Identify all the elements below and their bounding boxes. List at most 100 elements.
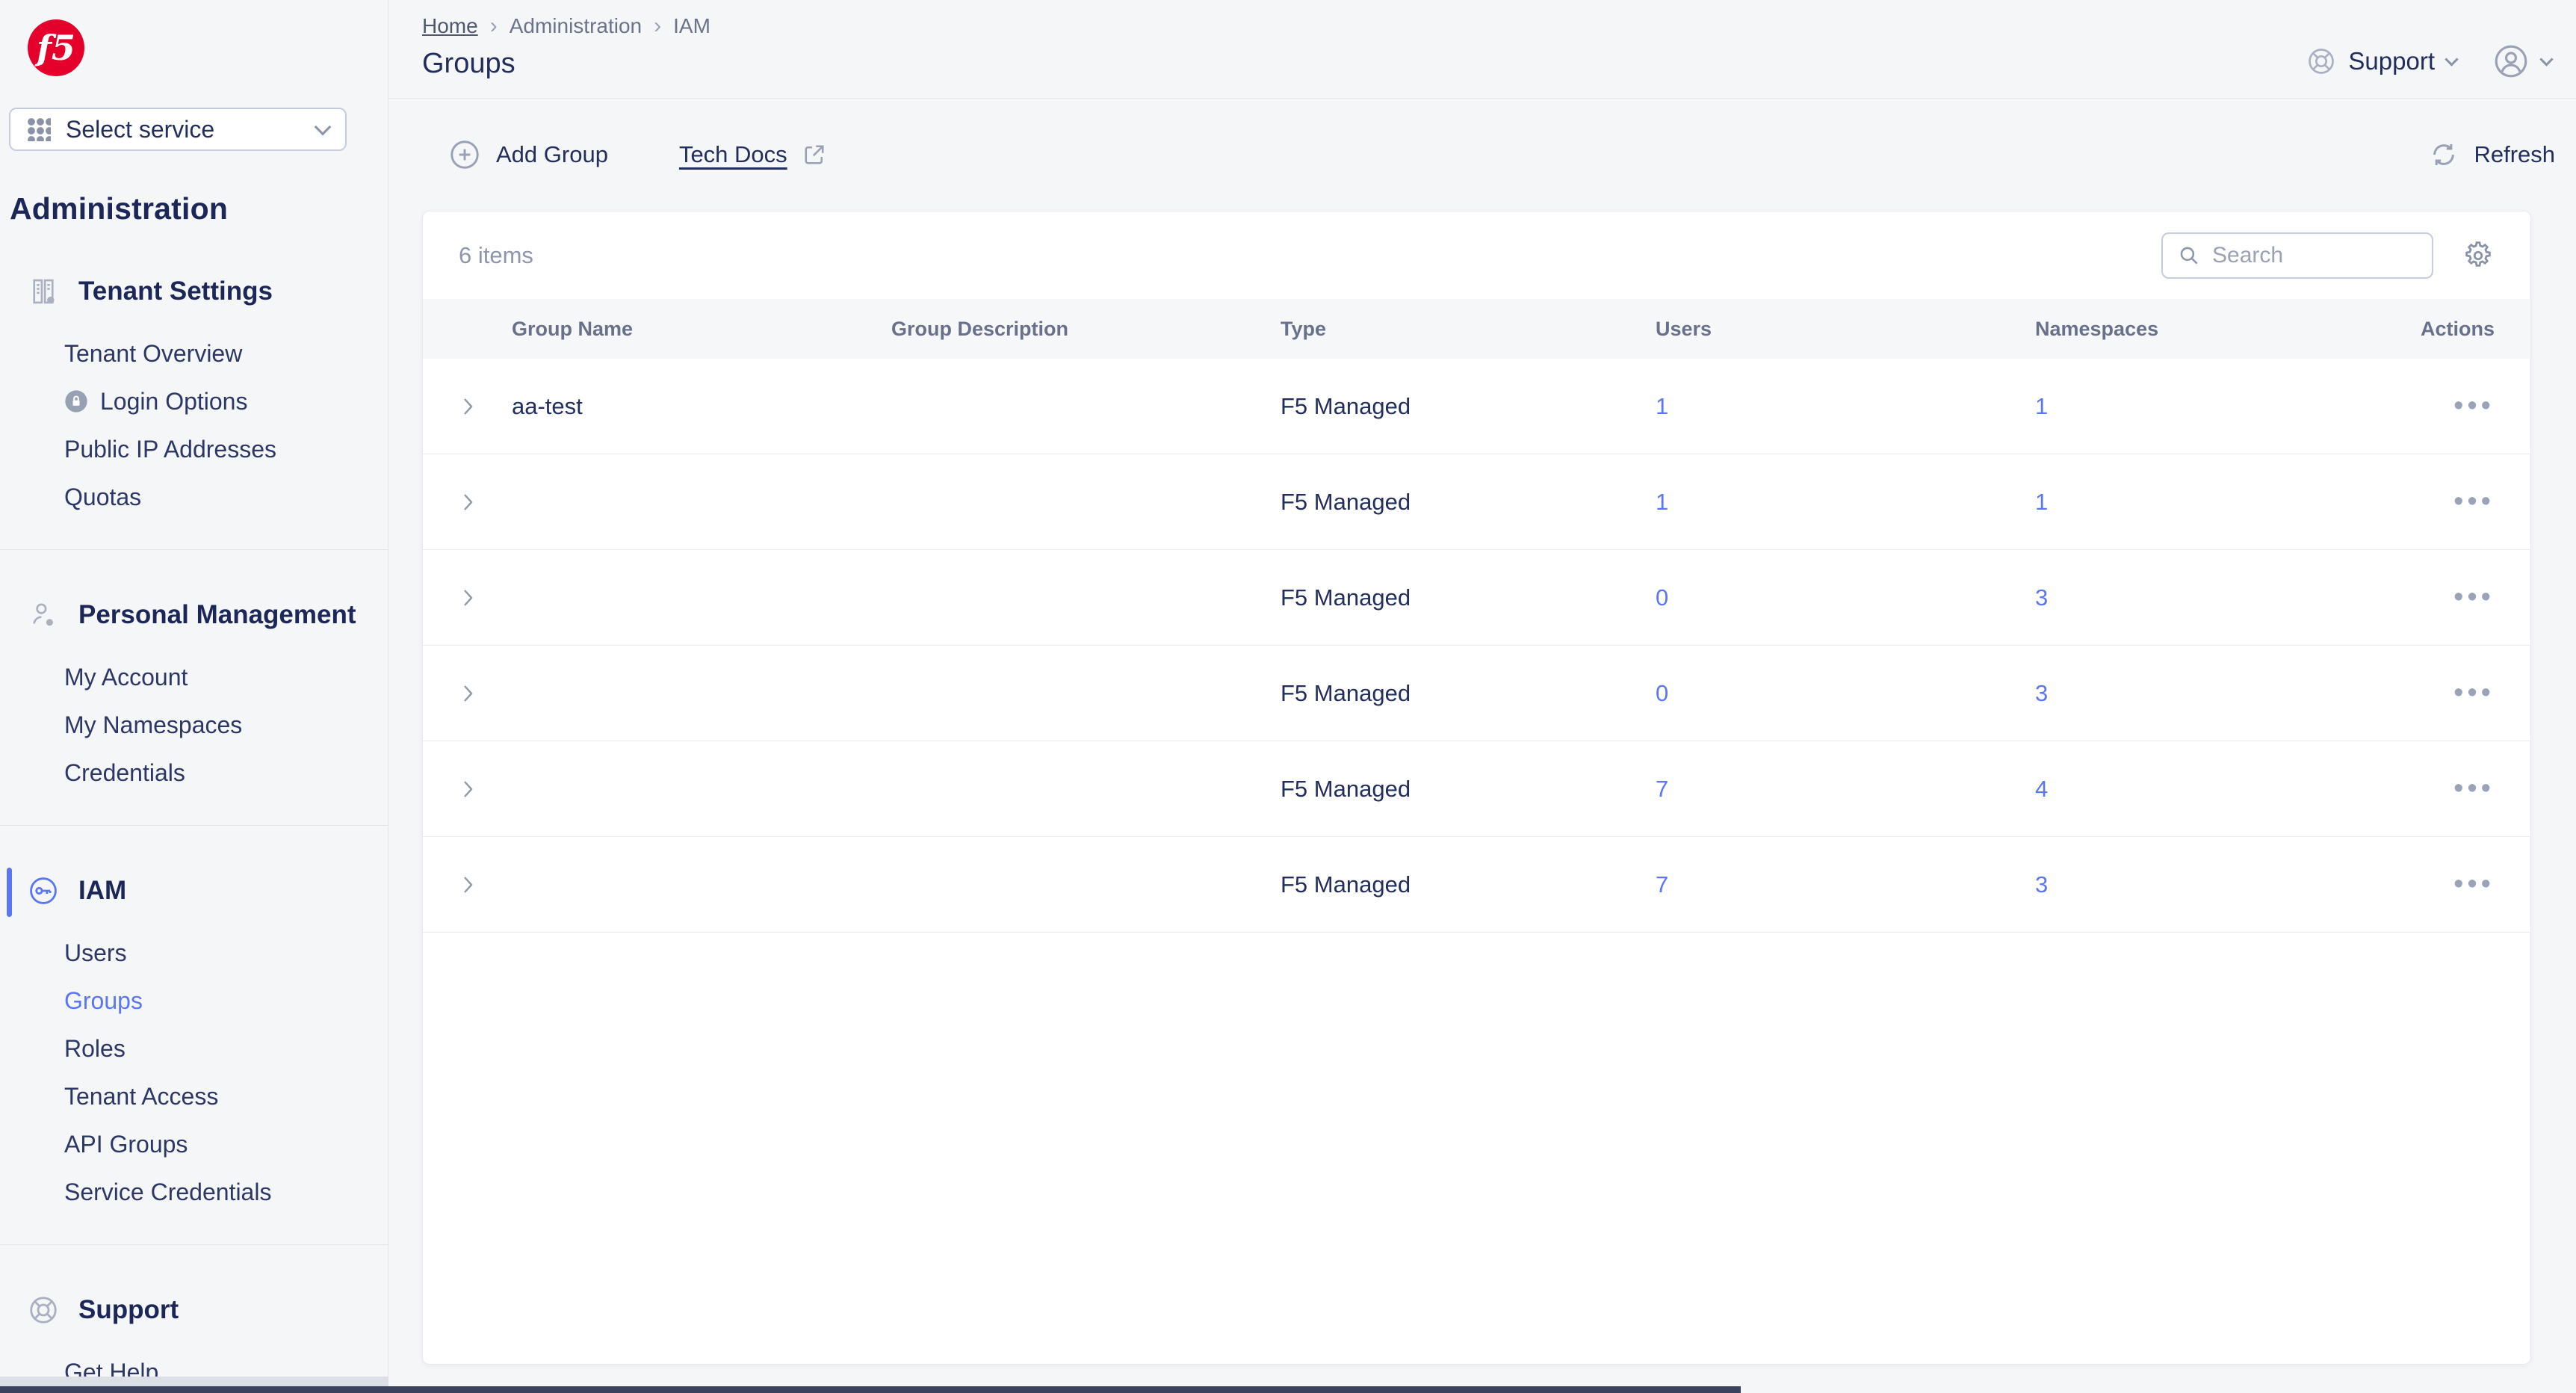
sidebar-item-tenant-overview[interactable]: Tenant Overview — [0, 330, 388, 377]
grid-icon — [27, 117, 51, 141]
service-selector[interactable]: Select service — [9, 108, 347, 151]
section-header-support[interactable]: Support — [0, 1294, 388, 1326]
table-row: F5 Managed 0 3 ••• — [423, 550, 2530, 646]
row-actions-button[interactable]: ••• — [2397, 390, 2495, 422]
support-menu-label: Support — [2348, 46, 2435, 75]
group-type: F5 Managed — [1281, 871, 1411, 898]
lifebuoy-icon — [28, 1294, 59, 1326]
group-name-redacted — [512, 871, 891, 898]
row-actions-button[interactable]: ••• — [2397, 773, 2495, 805]
f5-logo-text: f5 — [37, 28, 75, 68]
building-gear-icon — [28, 276, 59, 307]
sidebar-item-public-ip-addresses[interactable]: Public IP Addresses — [0, 425, 388, 473]
users-count-link[interactable]: 7 — [1656, 871, 2035, 898]
sidebar-item-users[interactable]: Users — [0, 929, 388, 977]
page-title: Groups — [422, 48, 515, 79]
group-name: aa-test — [512, 392, 583, 419]
namespaces-count-link[interactable]: 3 — [2035, 871, 2397, 898]
column-actions: Actions — [2420, 317, 2495, 340]
breadcrumb-administration[interactable]: Administration — [510, 14, 642, 38]
section-tenant-settings: Tenant Settings Tenant Overview Login Op… — [0, 276, 388, 521]
group-type: F5 Managed — [1281, 488, 1411, 515]
group-type: F5 Managed — [1281, 775, 1411, 802]
iam-nav: Users Groups Roles Tenant Access API Gro… — [0, 929, 388, 1216]
f5-logo[interactable]: f5 — [28, 19, 84, 76]
top-header: Home › Administration › IAM Groups Suppo… — [388, 0, 2576, 99]
users-count-link[interactable]: 1 — [1656, 489, 2035, 516]
app-root: f5 Select service Administration Tenant … — [0, 0, 2576, 1393]
row-actions-button[interactable]: ••• — [2397, 486, 2495, 518]
group-type: F5 Managed — [1281, 392, 1411, 419]
sidebar-divider — [0, 825, 388, 826]
expand-chevron-icon[interactable] — [459, 776, 477, 803]
section-header-personal-management[interactable]: Personal Management — [0, 599, 388, 631]
column-group-name: Group Name — [512, 317, 634, 340]
sidebar-item-roles[interactable]: Roles — [0, 1025, 388, 1072]
lock-icon — [64, 389, 88, 413]
sidebar-item-my-account[interactable]: My Account — [0, 653, 388, 701]
section-label: IAM — [78, 876, 127, 905]
expand-chevron-icon[interactable] — [459, 489, 477, 516]
section-header-iam[interactable]: IAM — [0, 875, 388, 906]
sidebar: f5 Select service Administration Tenant … — [0, 0, 388, 1393]
expand-chevron-icon[interactable] — [459, 680, 477, 707]
refresh-button[interactable]: Refresh — [2429, 140, 2555, 170]
circle-plus-icon — [448, 138, 481, 171]
group-description-redacted — [891, 584, 1281, 611]
add-group-button[interactable]: Add Group — [448, 138, 608, 171]
tech-docs-label: Tech Docs — [678, 141, 787, 167]
expand-chevron-icon[interactable] — [459, 393, 477, 420]
sidebar-title: Administration — [10, 191, 229, 226]
search-input[interactable] — [2212, 242, 2418, 268]
row-actions-button[interactable]: ••• — [2397, 677, 2495, 709]
namespaces-count-link[interactable]: 1 — [2035, 393, 2397, 420]
users-count-link[interactable]: 7 — [1656, 776, 2035, 803]
chevron-down-icon — [2445, 52, 2459, 67]
sidebar-item-api-groups[interactable]: API Groups — [0, 1120, 388, 1168]
add-group-label: Add Group — [496, 141, 608, 167]
tech-docs-link[interactable]: Tech Docs — [679, 141, 828, 168]
section-label: Personal Management — [78, 600, 356, 629]
table-settings-gear-icon[interactable] — [2462, 239, 2495, 272]
sidebar-item-credentials[interactable]: Credentials — [0, 749, 388, 797]
table-row: F5 Managed 0 3 ••• — [423, 646, 2530, 741]
page-toolbar: Add Group Tech Docs Refresh — [388, 99, 2576, 211]
section-label: Tenant Settings — [78, 277, 273, 306]
expand-chevron-icon[interactable] — [459, 584, 477, 611]
expand-chevron-icon[interactable] — [459, 871, 477, 898]
person-gear-icon — [28, 599, 59, 631]
namespaces-count-link[interactable]: 4 — [2035, 776, 2397, 803]
section-header-tenant-settings[interactable]: Tenant Settings — [0, 276, 388, 307]
sidebar-item-quotas[interactable]: Quotas — [0, 473, 388, 521]
table-controls: 6 items — [423, 211, 2530, 299]
breadcrumb: Home › Administration › IAM — [422, 13, 710, 39]
bottom-bar — [0, 1386, 1741, 1393]
row-actions-button[interactable]: ••• — [2397, 868, 2495, 901]
breadcrumb-home[interactable]: Home — [422, 14, 478, 38]
breadcrumb-iam[interactable]: IAM — [673, 14, 710, 38]
search-box[interactable] — [2161, 232, 2433, 279]
users-count-link[interactable]: 0 — [1656, 680, 2035, 707]
users-count-link[interactable]: 1 — [1656, 393, 2035, 420]
sidebar-item-login-options[interactable]: Login Options — [0, 377, 388, 425]
support-menu[interactable]: Support — [2306, 46, 2459, 76]
namespaces-count-link[interactable]: 3 — [2035, 680, 2397, 707]
table-row: F5 Managed 7 3 ••• — [423, 837, 2530, 933]
sidebar-item-groups[interactable]: Groups — [0, 977, 388, 1025]
sidebar-item-tenant-access[interactable]: Tenant Access — [0, 1072, 388, 1120]
refresh-label: Refresh — [2474, 141, 2555, 167]
column-type: Type — [1281, 317, 1327, 340]
namespaces-count-link[interactable]: 1 — [2035, 489, 2397, 516]
row-actions-button[interactable]: ••• — [2397, 581, 2495, 614]
users-count-link[interactable]: 0 — [1656, 584, 2035, 611]
group-name-redacted — [512, 776, 891, 803]
sidebar-item-service-credentials[interactable]: Service Credentials — [0, 1168, 388, 1216]
lifebuoy-icon — [2306, 46, 2336, 76]
column-group-description: Group Description — [891, 317, 1069, 340]
account-menu[interactable] — [2492, 43, 2554, 80]
namespaces-count-link[interactable]: 3 — [2035, 584, 2397, 611]
section-iam: IAM Users Groups Roles Tenant Access API… — [0, 868, 388, 1216]
refresh-icon — [2429, 140, 2459, 170]
avatar-icon — [2492, 43, 2530, 80]
sidebar-item-my-namespaces[interactable]: My Namespaces — [0, 701, 388, 749]
